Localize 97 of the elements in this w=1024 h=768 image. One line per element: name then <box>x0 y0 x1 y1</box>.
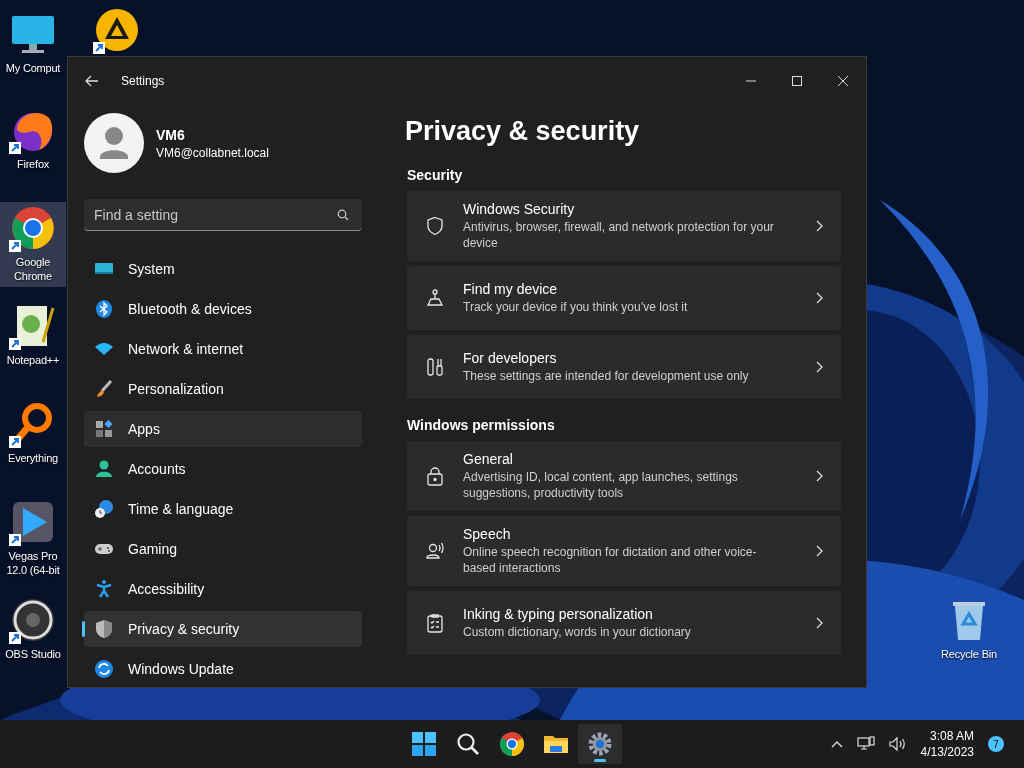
desktop-icon[interactable]: Recycle Bin <box>936 594 1002 665</box>
card-title: Speech <box>463 526 512 542</box>
network-icon[interactable] <box>856 736 875 752</box>
card-title: For developers <box>463 350 558 366</box>
card-title: General <box>463 451 514 467</box>
settings-card[interactable]: Find my device Track your device if you think you’ve lost it <box>407 266 841 330</box>
nav-item[interactable]: Personalization <box>84 371 362 407</box>
chevron-right-icon <box>815 545 823 557</box>
card-description: Antivirus, browser, firewall, and network protection for your device <box>463 219 775 251</box>
shortcut-arrow-icon <box>9 534 21 546</box>
desktop-icon-label: Recycle Bin <box>941 647 997 661</box>
shortcut-arrow-icon <box>9 632 21 644</box>
nav-item[interactable]: Gaming <box>84 531 362 567</box>
desktop-icon-label: Notepad++ <box>6 353 60 367</box>
selection-indicator <box>82 621 85 637</box>
shortcut-arrow-icon <box>9 240 21 252</box>
settings-card[interactable]: Windows Security Antivirus, browser, firewall, and network protection for your device <box>407 191 841 261</box>
shield-icon <box>94 619 114 639</box>
triangle-logo-icon[interactable] <box>93 6 141 54</box>
person-icon <box>94 459 114 479</box>
bluetooth-icon <box>94 299 114 319</box>
shortcut-arrow-icon <box>9 338 21 350</box>
section-heading: Security <box>407 167 464 183</box>
card-description: Custom dictionary, words in your dictionary <box>463 624 692 640</box>
desktop-icon-label: My Comput <box>5 61 61 75</box>
desktop-icon-label: OBS Studio <box>5 647 61 661</box>
maximize-icon <box>791 75 803 87</box>
desktop-icon-label: Firefox <box>16 157 50 171</box>
speech-icon <box>425 541 445 561</box>
nav-item[interactable]: Accessibility <box>84 571 362 607</box>
active-indicator <box>594 759 606 762</box>
desktop-icon[interactable]: OBS Studio <box>0 594 66 665</box>
chevron-right-icon <box>815 470 823 482</box>
card-description: Online speech recognition for dictation and other voice-based interactions <box>463 544 758 576</box>
desktop-icon[interactable]: Firefox <box>0 104 66 175</box>
shortcut-arrow-icon <box>93 42 105 54</box>
card-description: Track your device if you think you’ve lost it <box>463 299 689 315</box>
brush-icon <box>94 379 114 399</box>
update-icon <box>94 659 114 679</box>
start-icon <box>411 731 437 757</box>
window-title: Settings <box>121 74 165 88</box>
chevron-up-icon[interactable] <box>830 740 843 748</box>
nav-item[interactable]: Accounts <box>84 451 362 487</box>
search-icon <box>455 731 481 757</box>
card-description: Advertising ID, local content, app launches, settings suggestions, productivity tools <box>463 469 739 501</box>
card-title: Inking & typing personalization <box>463 606 654 622</box>
desktop-icon-label: Google Chrome <box>13 255 53 283</box>
lock-icon <box>425 466 445 486</box>
desktop-icon[interactable]: Everything <box>0 398 66 469</box>
desktop-icon-label: Vegas Pro 12.0 (64-bit <box>5 549 61 577</box>
browser-logo-icon[interactable] <box>9 204 57 252</box>
clipboard-icon <box>425 613 445 633</box>
shortcut-arrow-icon <box>9 436 21 448</box>
volume-icon[interactable] <box>888 736 907 752</box>
nav-item[interactable]: System <box>84 251 362 287</box>
back-icon[interactable] <box>85 75 99 87</box>
avatar-icon <box>84 113 144 173</box>
card-title: Windows Security <box>463 201 576 217</box>
browser-logo-icon <box>499 731 525 757</box>
desktop-icon[interactable]: My Comput <box>0 8 66 79</box>
close-icon <box>837 75 849 87</box>
settings-icon <box>587 731 613 757</box>
card-title: Find my device <box>463 281 559 297</box>
search-field[interactable]: Find a setting <box>84 199 362 231</box>
chevron-right-icon <box>815 361 823 373</box>
settings-card[interactable]: For developers These settings are intended for development use only <box>407 335 841 399</box>
search-icon <box>337 209 349 221</box>
shortcut-arrow-icon <box>9 142 21 154</box>
nav-item[interactable]: Bluetooth & devices <box>84 291 362 327</box>
settings-card[interactable]: General Advertising ID, local content, app launches, settings suggestions, productivity tools <box>407 441 841 511</box>
notification-count[interactable]: 7 <box>988 736 1004 752</box>
settings-card[interactable]: Speech Online speech recognition for dictation and other voice-based interactions <box>407 516 841 586</box>
nav-item[interactable]: Network & internet <box>84 331 362 367</box>
profile-email: VM6@collabnet.local <box>156 145 269 160</box>
settings-card[interactable]: Inking & typing personalization Custom dictionary, words in your dictionary <box>407 591 841 655</box>
card-description: These settings are intended for development use only <box>463 368 750 384</box>
clock-date[interactable]: 4/13/2023 <box>920 744 974 760</box>
page-title: Privacy & security <box>405 115 641 148</box>
nav-item[interactable]: Windows Update <box>84 651 362 687</box>
globe-clock-icon <box>94 499 114 519</box>
desktop-icon[interactable]: Notepad++ <box>0 300 66 371</box>
clock-time[interactable]: 3:08 AM <box>929 728 974 744</box>
shield-icon <box>425 216 445 236</box>
chevron-right-icon <box>815 220 823 232</box>
apps-icon <box>94 419 114 439</box>
nav-item[interactable]: Apps <box>84 411 362 447</box>
nav-item[interactable]: Privacy & security <box>84 611 362 647</box>
section-heading: Windows permissions <box>407 417 556 433</box>
desktop-icon-label: Everything <box>8 451 58 465</box>
chevron-right-icon <box>815 292 823 304</box>
desktop-icon[interactable]: Google Chrome <box>0 202 66 287</box>
tools-icon <box>425 357 445 377</box>
accessibility-icon <box>94 579 114 599</box>
desktop-icon[interactable]: Vegas Pro 12.0 (64-bit <box>0 496 66 581</box>
profile-name: VM6 <box>156 126 186 143</box>
nav-item[interactable]: Time & language <box>84 491 362 527</box>
chevron-right-icon <box>815 617 823 629</box>
